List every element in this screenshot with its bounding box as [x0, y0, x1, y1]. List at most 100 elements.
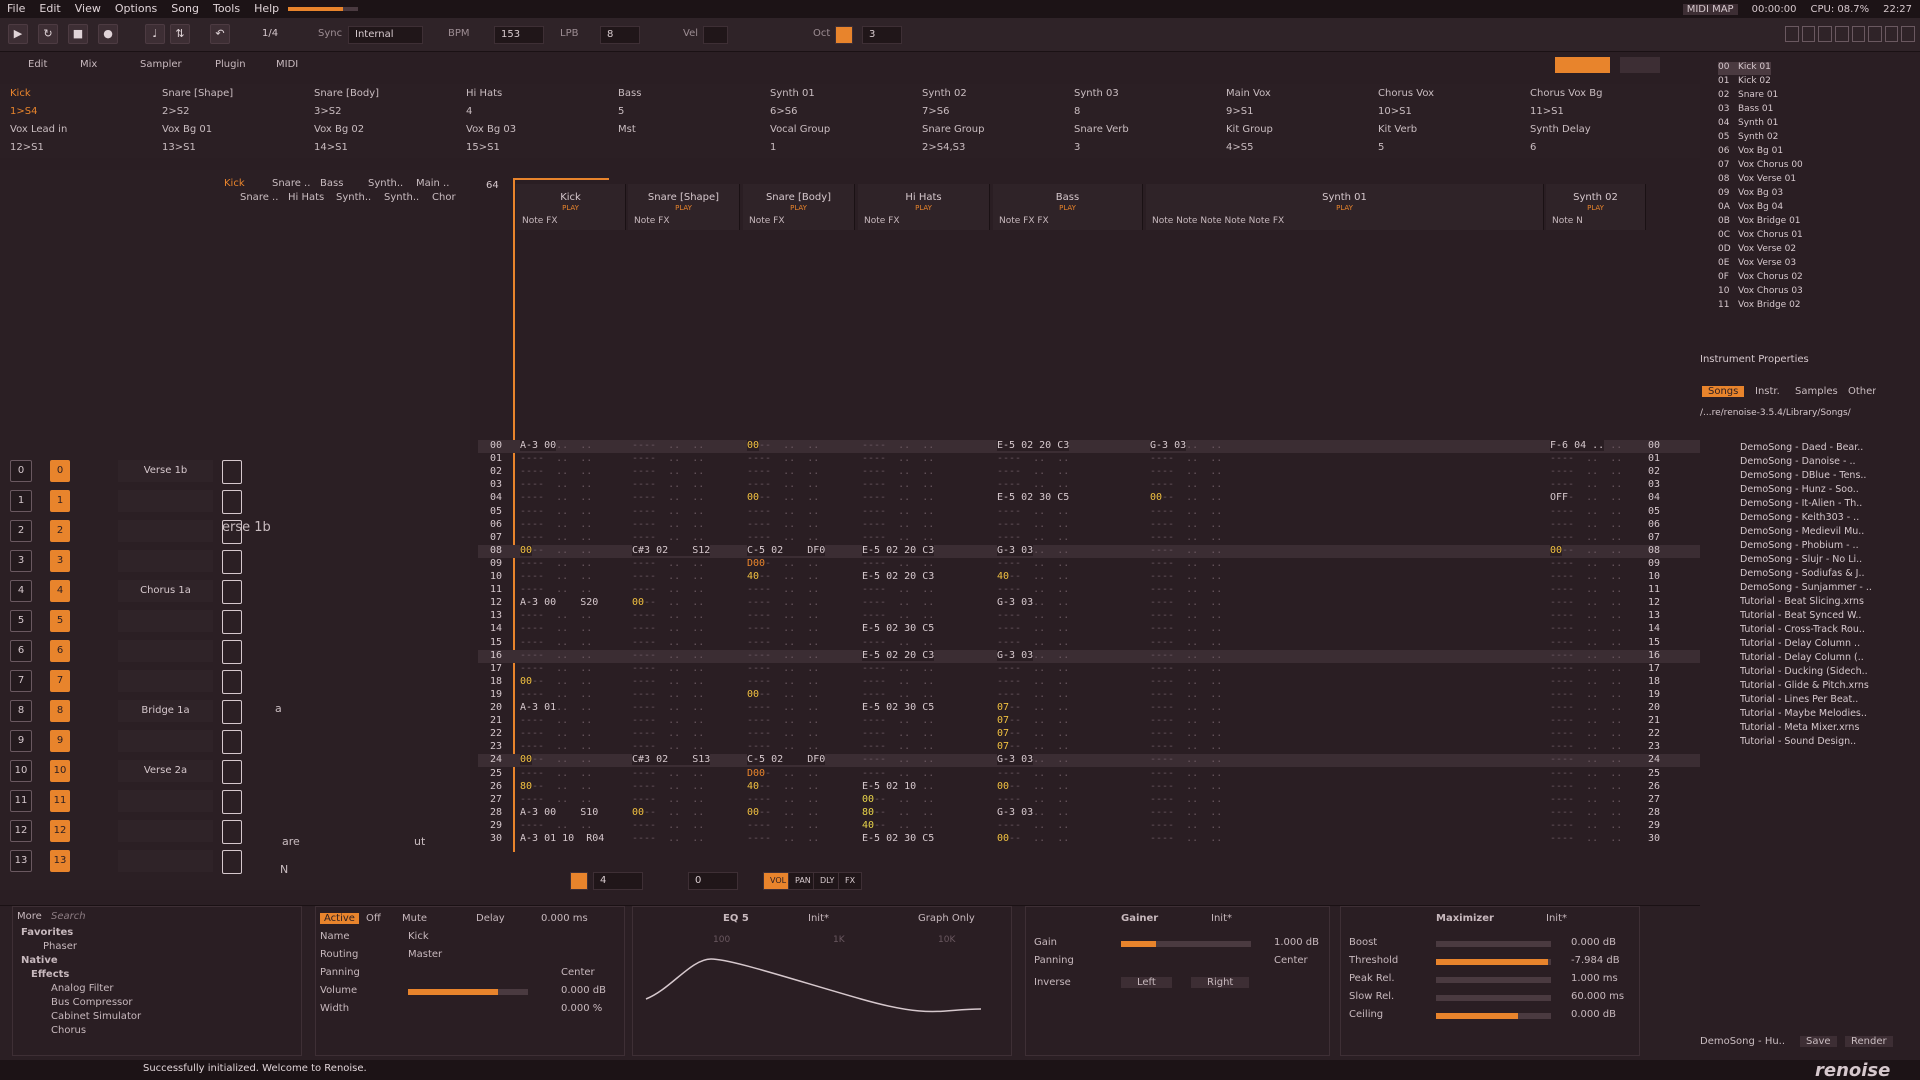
- track-header[interactable]: Synth 02 PLAY Note N: [1546, 184, 1646, 230]
- pattern-cell[interactable]: E-5 02 20 C3: [862, 571, 935, 582]
- sequence-number[interactable]: 8: [10, 700, 32, 722]
- sequence-number[interactable]: 4: [10, 580, 32, 602]
- velocity-field[interactable]: [703, 26, 728, 44]
- instrument-item[interactable]: 0A Vox Bg 04: [1718, 202, 1783, 215]
- matrix-slot[interactable]: [222, 730, 242, 754]
- song-file-item[interactable]: Tutorial - Beat Synced W..: [1740, 610, 1885, 623]
- instrument-item[interactable]: 08 Vox Verse 01: [1718, 174, 1796, 187]
- song-file-item[interactable]: DemoSong - Sunjammer - ..: [1740, 582, 1885, 595]
- pattern-name[interactable]: [118, 610, 213, 632]
- pattern-row[interactable]: 25 25 ---- .. .. ---- .. .. ---- .. .. ---- .…: [478, 767, 1700, 781]
- gainer-preset[interactable]: Init*: [1211, 913, 1232, 924]
- pattern-cell[interactable]: 40: [862, 819, 875, 831]
- sequence-number[interactable]: 9: [10, 730, 32, 752]
- pattern-cell[interactable]: E-5 02 10: [862, 780, 917, 792]
- pattern-row[interactable]: 04 04 ---- .. .. ---- .. .. ---- .. .. ---- .…: [478, 492, 1700, 505]
- sequence-number[interactable]: 12: [10, 820, 32, 842]
- more-button[interactable]: More: [17, 911, 42, 922]
- song-file-item[interactable]: DemoSong - Phobium - ..: [1740, 540, 1885, 553]
- maximizer-param-slider[interactable]: [1436, 1013, 1551, 1019]
- matrix-slot[interactable]: [222, 700, 242, 724]
- sequencer-cell[interactable]: Synth 02: [922, 88, 1068, 99]
- pattern-number[interactable]: 6: [50, 640, 70, 662]
- sequence-number[interactable]: 0: [10, 460, 32, 482]
- sync-select[interactable]: Internal: [348, 26, 423, 44]
- menu-view[interactable]: View: [68, 0, 108, 18]
- song-file-item[interactable]: DemoSong - Sodiufas & J..: [1740, 568, 1885, 581]
- menu-options[interactable]: Options: [108, 0, 164, 18]
- sequencer-cell[interactable]: 4>S5: [1226, 142, 1372, 153]
- instrument-item[interactable]: 07 Vox Chorus 00: [1718, 160, 1803, 173]
- tab-samples[interactable]: Samples: [1795, 386, 1838, 397]
- pattern-cell[interactable]: 00: [1550, 544, 1563, 556]
- pattern-cell[interactable]: 00: [632, 597, 645, 609]
- pattern-cell[interactable]: D00: [747, 767, 766, 779]
- matrix-slot[interactable]: [222, 460, 242, 484]
- save-button[interactable]: Save: [1800, 1036, 1837, 1047]
- menu-help[interactable]: Help: [247, 0, 286, 18]
- sequence-number[interactable]: 11: [10, 790, 32, 812]
- pattern-row[interactable]: 20 20 ---- .. .. ---- .. .. ---- .. .. ---- .…: [478, 702, 1700, 715]
- pattern-cell[interactable]: G-3 03: [997, 806, 1034, 818]
- pattern-editor[interactable]: 64 Kick PLAY Note FX Snare [Shape] PLAY Note …: [478, 170, 1700, 860]
- sequencer-cell[interactable]: 2>S4,S3: [922, 142, 1068, 153]
- pattern-row[interactable]: 21 21 ---- .. .. ---- .. .. ---- .. .. ---- .…: [478, 715, 1700, 728]
- pattern-cell[interactable]: 00: [632, 806, 645, 818]
- matrix-slot[interactable]: [222, 850, 242, 874]
- pattern-cell[interactable]: E-5 02 20 C3: [862, 544, 935, 556]
- pattern-sequence-row[interactable]: 33: [10, 548, 70, 574]
- pattern-cell[interactable]: 07: [997, 741, 1010, 753]
- pattern-row[interactable]: 01 01 ---- .. .. ---- .. .. ---- .. .. ---- .…: [478, 453, 1700, 466]
- pattern-sequence-row[interactable]: 66: [10, 638, 70, 664]
- pattern-sequence-row[interactable]: 11 11: [10, 788, 70, 814]
- pattern-row[interactable]: 23 23 ---- .. .. ---- .. .. ---- .. .. ---- .…: [478, 741, 1700, 754]
- pattern-cell[interactable]: C#3 02 S12: [632, 544, 711, 556]
- midi-map-button[interactable]: MIDI MAP: [1682, 3, 1738, 15]
- pattern-row[interactable]: 2626---- .. ..---- .. ..---- .. ..---- .…: [478, 780, 1700, 794]
- sequencer-cell[interactable]: 7>S6: [922, 106, 1068, 117]
- pattern-name[interactable]: Chorus 1a: [118, 580, 213, 602]
- sequencer-cell[interactable]: 5: [618, 106, 764, 117]
- sequencer-cell[interactable]: Synth 01: [770, 88, 916, 99]
- pattern-row[interactable]: 29 29 ---- .. .. ---- .. .. ---- .. .. ---- .…: [478, 819, 1700, 833]
- sequencer-cell[interactable]: 2>S2: [162, 106, 308, 117]
- maximizer-preset[interactable]: Init*: [1546, 913, 1567, 924]
- pattern-cell[interactable]: D00: [747, 557, 766, 569]
- track-header[interactable]: Snare [Shape] PLAY Note FX: [628, 184, 740, 230]
- tab-plugin[interactable]: Plugin: [215, 59, 246, 70]
- sequencer-cell[interactable]: 8: [1074, 106, 1220, 117]
- volume-slider[interactable]: [408, 989, 528, 995]
- matrix-slot[interactable]: [222, 610, 242, 634]
- pattern-row[interactable]: 06 06 ---- .. .. ---- .. .. ---- .. .. ---- .…: [478, 519, 1700, 532]
- pattern-cell[interactable]: 00: [520, 754, 533, 766]
- pattern-row[interactable]: 02 02 ---- .. .. ---- .. .. ---- .. .. ---- .…: [478, 466, 1700, 479]
- pattern-cell[interactable]: 00: [520, 675, 533, 687]
- pattern-cell[interactable]: 00: [862, 793, 875, 805]
- sequencer-cell[interactable]: Vox Bg 03: [466, 124, 612, 135]
- song-file-item[interactable]: DemoSong - Hunz - Soo..: [1740, 484, 1885, 497]
- pattern-cell[interactable]: E-5 02 20 C3: [862, 649, 935, 661]
- pattern-cell[interactable]: 07: [997, 728, 1010, 740]
- matrix-slot[interactable]: [222, 760, 242, 784]
- tab-midi[interactable]: MIDI: [276, 59, 298, 70]
- render-button[interactable]: Render: [1845, 1036, 1893, 1047]
- menu-edit[interactable]: Edit: [32, 0, 67, 18]
- sequencer-cell[interactable]: Snare [Shape]: [162, 88, 308, 99]
- sequence-number[interactable]: 10: [10, 760, 32, 782]
- pattern-row[interactable]: 07 07 ---- .. .. ---- .. .. ---- .. .. ---- .…: [478, 532, 1700, 545]
- pattern-sequence-row[interactable]: 99: [10, 728, 70, 754]
- pattern-name[interactable]: [118, 850, 213, 872]
- pattern-cell[interactable]: 00: [997, 833, 1010, 844]
- instrument-item[interactable]: 10 Vox Chorus 03: [1718, 286, 1803, 299]
- sequencer-cell[interactable]: 12>S1: [10, 142, 156, 153]
- sequence-number[interactable]: 7: [10, 670, 32, 692]
- pattern-cell[interactable]: A-3 00 S10: [520, 806, 599, 818]
- maximizer-param-slider[interactable]: [1436, 995, 1551, 1001]
- sequencer-cell[interactable]: 6: [1530, 142, 1676, 153]
- tab-sampler[interactable]: Sampler: [140, 59, 182, 70]
- sequencer-cell[interactable]: Snare [Body]: [314, 88, 460, 99]
- pattern-cell[interactable]: 80: [862, 806, 875, 818]
- layout-presets[interactable]: [1785, 26, 1915, 42]
- stop-icon[interactable]: ■: [68, 24, 88, 44]
- song-file-item[interactable]: Tutorial - Sound Design..: [1740, 736, 1885, 749]
